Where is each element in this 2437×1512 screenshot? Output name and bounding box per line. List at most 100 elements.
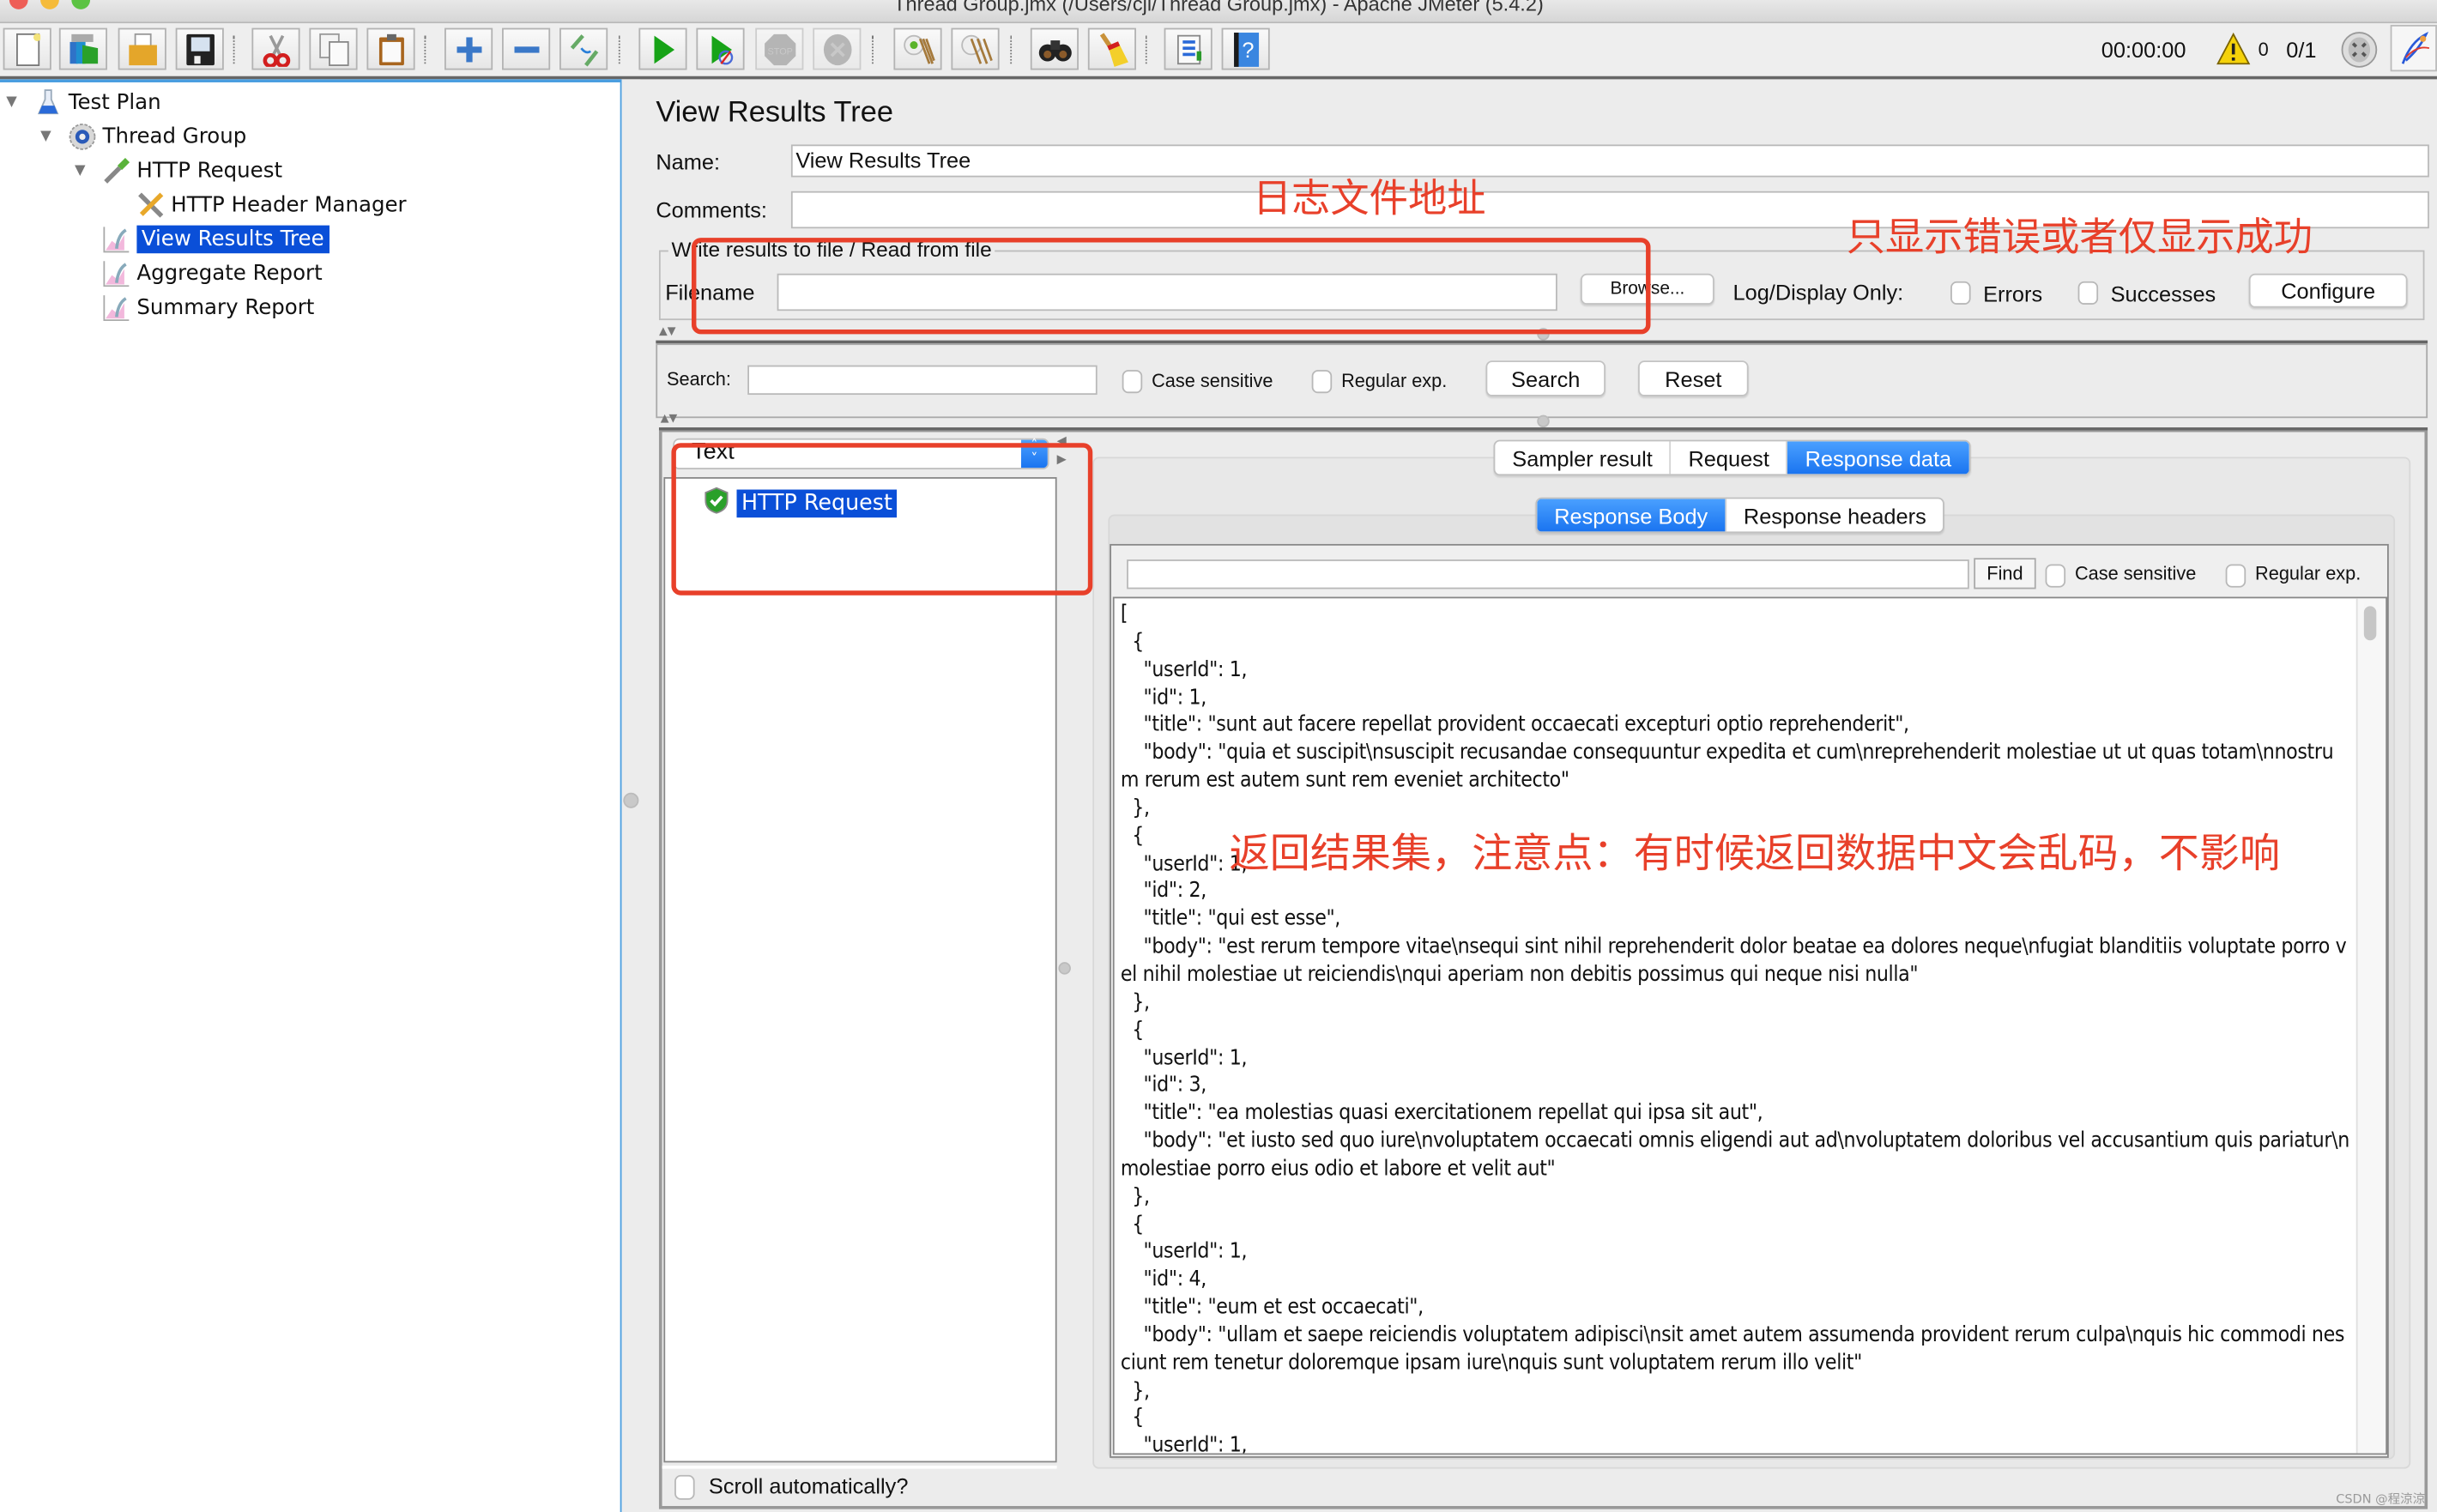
- collapse-arrows[interactable]: ▲▼: [659, 325, 676, 337]
- save-icon: [185, 33, 215, 65]
- cut-icon: [262, 33, 290, 66]
- function-helper-button[interactable]: [1164, 27, 1212, 70]
- tree-item-thread-group[interactable]: ▼ Thread Group: [40, 121, 246, 152]
- thread-group-icon: [69, 123, 97, 151]
- subtab-response-headers[interactable]: Response headers: [1726, 499, 1944, 531]
- clear-button[interactable]: [893, 27, 942, 70]
- elapsed-time: 00:00:00: [2101, 37, 2186, 63]
- tree-item-http-request[interactable]: ▼ HTTP Request: [75, 155, 282, 186]
- name-field[interactable]: View Results Tree: [790, 144, 2429, 178]
- warning-count: 0: [2258, 39, 2269, 61]
- paste-button[interactable]: [366, 27, 415, 70]
- search-case-sensitive-checkbox[interactable]: [1122, 370, 1143, 394]
- find-case-sensitive-label: Case sensitive: [2074, 562, 2197, 585]
- search-input[interactable]: [747, 365, 1098, 396]
- thread-count: 0/1: [2286, 37, 2317, 63]
- function-helper-icon: [1176, 33, 1201, 64]
- expand-toggle-icon[interactable]: ▼: [40, 129, 59, 144]
- expand-toggle-icon[interactable]: ▼: [6, 94, 25, 110]
- collapse-arrows-2[interactable]: ▲▼: [661, 412, 678, 424]
- copy-button[interactable]: [309, 27, 358, 70]
- annotation-display-only: 只显示错误或者仅显示成功: [1846, 214, 2313, 260]
- toggle-icon: [569, 33, 598, 66]
- name-label: Name:: [656, 148, 721, 174]
- reset-search-icon: [1098, 32, 1128, 66]
- start-button[interactable]: [638, 27, 687, 70]
- reset-button[interactable]: Reset: [1638, 360, 1749, 396]
- paste-icon: [378, 33, 404, 65]
- save-button[interactable]: [175, 27, 224, 70]
- configure-button[interactable]: Configure: [2248, 273, 2408, 308]
- jmeter-feather-icon: [2401, 31, 2430, 64]
- tree-item-test-plan[interactable]: ▼ Test Plan: [6, 87, 161, 118]
- find-regex-checkbox[interactable]: [2225, 564, 2247, 588]
- toggle-button[interactable]: [559, 27, 608, 70]
- tree-item-aggregate-report[interactable]: Aggregate Report: [75, 258, 323, 289]
- successes-checkbox[interactable]: [2077, 281, 2099, 305]
- find-case-sensitive-checkbox[interactable]: [2045, 564, 2066, 588]
- list-detail-divider-grip[interactable]: [1058, 962, 1071, 975]
- stop-icon: STOP: [764, 33, 795, 65]
- errors-checkbox[interactable]: [1950, 281, 1971, 305]
- response-body-text[interactable]: [ { "userId": 1, "id": 1, "title": "sunt…: [1112, 596, 2388, 1455]
- jmeter-window: Thread Group.jmx (/Users/cjl/Thread Grou…: [0, 0, 2437, 1512]
- listener-icon: [103, 293, 131, 322]
- reset-search-button[interactable]: [1087, 27, 1136, 70]
- scroll-automatically-checkbox[interactable]: [674, 1474, 695, 1500]
- tree-item-label: HTTP Header Manager: [171, 192, 407, 218]
- vertical-scrollbar[interactable]: [2355, 598, 2386, 1454]
- annotation-result-set: 返回结果集，注意点：有时候返回数据中文会乱码，不影响: [1229, 831, 2281, 879]
- tab-sampler-result[interactable]: Sampler result: [1495, 441, 1672, 475]
- collapse-icon: [513, 45, 539, 52]
- clear-all-button[interactable]: [951, 27, 1000, 70]
- new-button[interactable]: [3, 27, 51, 70]
- search-button[interactable]: [1030, 27, 1079, 70]
- subtab-response-body[interactable]: Response Body: [1537, 499, 1726, 532]
- remote-engines-icon[interactable]: [2341, 31, 2378, 68]
- help-icon: ?: [1233, 32, 1259, 66]
- errors-label: Errors: [1983, 281, 2043, 306]
- splitter-grip-2[interactable]: [1537, 414, 1550, 428]
- search-button[interactable]: Search: [1485, 360, 1606, 396]
- open-button[interactable]: [118, 27, 166, 70]
- find-input[interactable]: [1127, 559, 1969, 590]
- svg-text:?: ?: [1241, 38, 1253, 62]
- cut-button[interactable]: [251, 27, 300, 70]
- shutdown-button[interactable]: [813, 27, 862, 70]
- test-plan-tree: ▼ Test Plan ▼ Thread Group ▼ HTTP Request HTTP…: [0, 79, 622, 1512]
- templates-button[interactable]: [58, 27, 107, 70]
- tree-item-label: HTTP Request: [136, 158, 283, 184]
- test-plan-icon: [34, 88, 63, 117]
- tree-item-summary-report[interactable]: Summary Report: [75, 293, 314, 324]
- stop-button[interactable]: STOP: [755, 27, 804, 70]
- sample-result-list: HTTP Request: [663, 477, 1057, 1463]
- search-icon: [1037, 39, 1071, 61]
- find-button[interactable]: Find: [1974, 558, 2036, 590]
- tab-response-data[interactable]: Response data: [1787, 441, 1969, 475]
- tree-item-label: Summary Report: [136, 295, 315, 321]
- annotation-box-file: [691, 238, 1651, 335]
- expand-toggle-icon[interactable]: ▼: [75, 163, 94, 178]
- expand-all-button[interactable]: [444, 27, 493, 70]
- page-title: View Results Tree: [656, 96, 894, 130]
- clear-all-icon: [960, 33, 992, 64]
- tree-item-http-header-manager[interactable]: HTTP Header Manager: [109, 190, 407, 221]
- expand-icon: [456, 36, 481, 62]
- main-split-divider[interactable]: [621, 79, 641, 1512]
- scrollbar-thumb[interactable]: [2363, 606, 2377, 641]
- successes-label: Successes: [2110, 281, 2216, 306]
- search-regex-label: Regular exp.: [1341, 370, 1448, 392]
- response-body-content: [ { "userId": 1, "id": 1, "title": "sunt…: [1120, 601, 2349, 1455]
- divider-grip[interactable]: [623, 792, 639, 808]
- annotation-box-renderer: [671, 443, 1093, 596]
- start-no-pauses-button[interactable]: [696, 27, 745, 70]
- collapse-all-button[interactable]: [502, 27, 551, 70]
- help-button[interactable]: ?: [1221, 27, 1270, 70]
- scroll-automatically-label: Scroll automatically?: [708, 1473, 909, 1498]
- warning-icon[interactable]: [2216, 33, 2251, 67]
- tree-item-view-results-tree[interactable]: View Results Tree: [75, 224, 330, 255]
- tab-request[interactable]: Request: [1672, 441, 1788, 475]
- search-regex-checkbox[interactable]: [1311, 370, 1333, 394]
- log-viewer-button[interactable]: [2390, 24, 2437, 72]
- annotation-log-file: 日志文件地址: [1252, 175, 1486, 221]
